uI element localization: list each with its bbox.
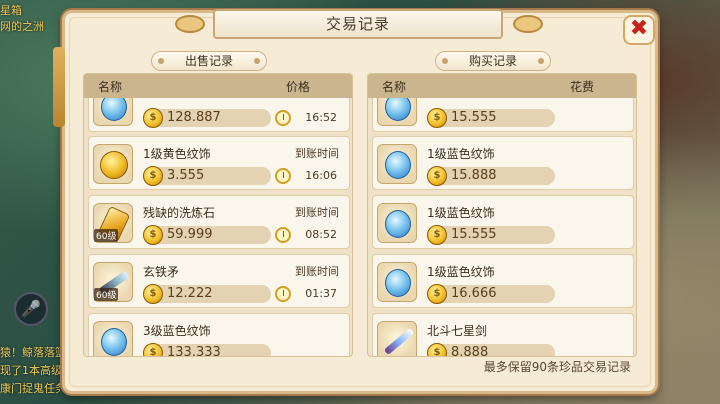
- price-value: 15.555: [451, 110, 497, 125]
- clock-icon: [275, 227, 291, 243]
- buy-row[interactable]: 1级蓝色纹饰 $ 16.666: [372, 254, 634, 308]
- clock-icon: [275, 168, 291, 184]
- scene-chat-3: 康门捉鬼任务: [0, 382, 60, 395]
- arrival-time: 16:52: [305, 111, 337, 124]
- tassel-decoration: [53, 47, 65, 127]
- price-value: 16.666: [451, 286, 497, 301]
- sword-icon: [383, 327, 415, 356]
- coin-icon: $: [143, 225, 163, 245]
- arrival-time: 01:37: [305, 287, 337, 300]
- title-wing-left: [175, 15, 205, 33]
- price-bar: $ 3.555: [143, 166, 271, 186]
- close-button[interactable]: ✖: [623, 15, 655, 45]
- item-name: 1级蓝色纹饰: [427, 265, 495, 279]
- price-bar: $ 128.887: [143, 108, 271, 128]
- gem-icon: [385, 151, 411, 179]
- gold-pattern-icon: [100, 151, 128, 179]
- price-bar: $ 15.888: [427, 166, 555, 186]
- price-value: 3.555: [167, 168, 205, 183]
- sell-list[interactable]: $ 128.887 16:52 1级黄色纹饰 $ 3.555 到账时间 16:0…: [84, 74, 352, 356]
- scene-text-1: 星箱: [0, 4, 22, 17]
- arrival-time: 08:52: [305, 228, 337, 241]
- coin-icon: $: [143, 343, 163, 356]
- scene-chat-2: 现了1本高级: [0, 364, 60, 377]
- sell-row[interactable]: 60级 残缺的洗炼石 $ 59.999 到账时间 08:52: [88, 195, 350, 249]
- title-wing-right: [513, 15, 543, 33]
- sell-row[interactable]: 1级黄色纹饰 $ 3.555 到账时间 16:06: [88, 136, 350, 190]
- arrival-label: 到账时间: [295, 206, 339, 219]
- gem-icon: [101, 328, 127, 356]
- item-icon-frame: [93, 144, 133, 184]
- item-name: 1级黄色纹饰: [143, 147, 211, 161]
- sell-row[interactable]: 60级 玄铁矛 $ 12.222 到账时间 01:37: [88, 254, 350, 308]
- item-icon-frame: [377, 321, 417, 356]
- coin-icon: $: [427, 108, 447, 128]
- buy-panel[interactable]: $ 15.555 1级蓝色纹饰 $ 15.888 1级蓝色纹饰 $ 15.555: [367, 73, 637, 357]
- sell-section-title: 出售记录: [151, 51, 267, 71]
- arrival-time: 16:06: [305, 169, 337, 182]
- item-icon-frame: [377, 262, 417, 302]
- coin-icon: $: [143, 108, 163, 128]
- coin-icon: $: [427, 225, 447, 245]
- clock-icon: [275, 286, 291, 302]
- price-bar: $ 133.333: [143, 343, 271, 357]
- price-bar: $ 59.999: [143, 225, 271, 245]
- column-name: 名称: [382, 80, 407, 94]
- price-bar: $ 16.666: [427, 284, 555, 304]
- dialog-title: 交易记录: [213, 9, 503, 39]
- scene-text-2: 网的之洲: [0, 20, 44, 33]
- arrival-label: 到账时间: [295, 147, 339, 160]
- price-bar: $ 12.222: [143, 284, 271, 304]
- item-level: 60级: [94, 288, 119, 301]
- item-name: 3级蓝色纹饰: [143, 324, 211, 338]
- item-icon-frame: 60级: [93, 203, 133, 243]
- item-icon-frame: [377, 203, 417, 243]
- arrival-label: 到账时间: [295, 265, 339, 278]
- price-bar: $ 15.555: [427, 108, 555, 128]
- gem-icon: [385, 269, 411, 297]
- price-value: 15.888: [451, 168, 497, 183]
- item-name: 玄铁矛: [143, 265, 180, 279]
- clock-icon: [275, 110, 291, 126]
- item-level: 60级: [94, 229, 119, 242]
- column-price: 价格: [285, 80, 310, 94]
- column-cost: 花费: [569, 80, 594, 94]
- sell-row[interactable]: 3级蓝色纹饰 $ 133.333: [88, 313, 350, 357]
- scene-chat-1: 猿！鲸落落篮: [0, 346, 60, 359]
- item-icon-frame: 60级: [93, 262, 133, 302]
- price-bar: $ 8.888: [427, 343, 555, 357]
- sell-panel[interactable]: $ 128.887 16:52 1级黄色纹饰 $ 3.555 到账时间 16:0…: [83, 73, 353, 357]
- item-name: 1级蓝色纹饰: [427, 206, 495, 220]
- buy-list[interactable]: $ 15.555 1级蓝色纹饰 $ 15.888 1级蓝色纹饰 $ 15.555: [368, 74, 636, 356]
- item-name: 残缺的洗炼石: [143, 206, 216, 220]
- price-value: 128.887: [167, 110, 221, 125]
- coin-icon: $: [143, 166, 163, 186]
- price-value: 59.999: [167, 227, 213, 242]
- item-icon-frame: [93, 321, 133, 356]
- gem-icon: [385, 210, 411, 238]
- buy-column-header: 名称 花费: [368, 74, 636, 98]
- buy-row[interactable]: 1级蓝色纹饰 $ 15.888: [372, 136, 634, 190]
- price-value: 12.222: [167, 286, 213, 301]
- buy-row[interactable]: 1级蓝色纹饰 $ 15.555: [372, 195, 634, 249]
- coin-icon: $: [427, 166, 447, 186]
- item-icon-frame: [377, 144, 417, 184]
- price-bar: $ 15.555: [427, 225, 555, 245]
- buy-row[interactable]: 北斗七星剑 $ 8.888: [372, 313, 634, 357]
- column-name: 名称: [98, 80, 123, 94]
- trade-record-dialog: 交易记录 ✖ 出售记录 $ 128.887 16:52 1级黄色纹饰 $ 3.5…: [53, 9, 658, 394]
- coin-icon: $: [427, 343, 447, 356]
- coin-icon: $: [427, 284, 447, 304]
- sell-column-header: 名称 价格: [84, 74, 352, 98]
- coin-icon: $: [143, 284, 163, 304]
- price-value: 133.333: [167, 345, 221, 357]
- item-name: 1级蓝色纹饰: [427, 147, 495, 161]
- footer-note: 最多保留90条珍品交易记录: [483, 360, 631, 374]
- price-value: 15.555: [451, 227, 497, 242]
- buy-section-title: 购买记录: [435, 51, 551, 71]
- item-name: 北斗七星剑: [427, 324, 488, 338]
- price-value: 8.888: [451, 345, 489, 357]
- voice-mic-icon[interactable]: 🎤: [14, 292, 48, 326]
